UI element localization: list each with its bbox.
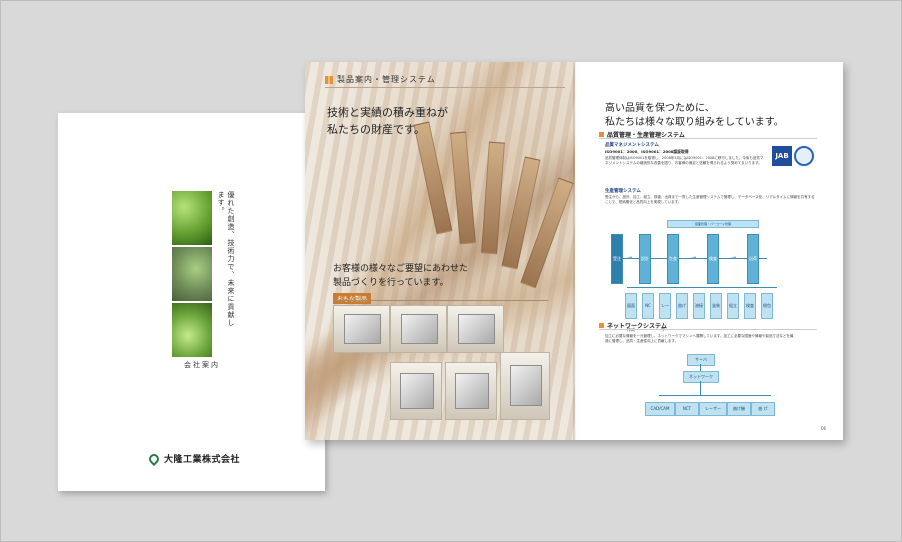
network-connector [700, 364, 701, 371]
product-image [400, 314, 439, 344]
main-headline: 技術と実績の積み重ねが 私たちの財産です。 [327, 104, 448, 138]
product-headline: お客様の様々なご要望にあわせた 製品づくりを行っています。 [333, 262, 468, 290]
headline-line: 技術と実績の積み重ねが [327, 106, 448, 119]
flow-substep: レーザー [659, 293, 671, 332]
product-photo [333, 305, 390, 353]
network-node: 曲 げ [751, 402, 775, 416]
cover-label: 会社案内 [184, 361, 220, 369]
product-photo [390, 305, 447, 353]
products-label: おもな製品 [333, 293, 372, 304]
product-image [509, 364, 543, 407]
product-image [400, 373, 434, 409]
subheading: 生産管理システム [605, 189, 641, 194]
right-title: 高い品質を保つために、 私たちは様々な取り組みをしています。 [605, 102, 784, 130]
divider [325, 87, 565, 88]
product-image [457, 314, 496, 344]
brochure-spread: 製品案内・管理システム 技術と実績の積み重ねが 私たちの財産です。 お客様の様々… [305, 62, 843, 440]
product-image [455, 373, 489, 409]
network-node: CAD/CAM [645, 402, 675, 416]
flow-substep: 組立 [727, 293, 739, 319]
flow-step: 検査 [707, 234, 719, 284]
cover-photo-strip [172, 191, 212, 357]
network-connector [700, 381, 701, 395]
section-bullet-icon [599, 323, 604, 328]
arrow-right-icon: → [627, 254, 633, 261]
network-connector [659, 395, 771, 396]
forest-photo [172, 247, 212, 301]
flow-step: 生産 [667, 234, 679, 284]
title-line: 高い品質を保つために、 [605, 103, 715, 114]
spread-fold [573, 62, 577, 440]
divider [599, 138, 817, 139]
product-photo [447, 305, 504, 353]
divider [333, 300, 548, 301]
leaf-logo-icon [148, 453, 160, 465]
flow-substep: NC [642, 293, 654, 319]
flow-substep: 溶接 [693, 293, 705, 319]
cover-tagline: 優れた創造、技術力で、未来に貢献します。 [217, 191, 235, 327]
forest-photo [172, 303, 212, 357]
body-text: 加工に必要な情報を一元管理し、ネットワークでマシンへ展開しています。加工に必要な… [605, 334, 794, 343]
subheading: 品質マネジメントシステム [605, 143, 659, 148]
forest-photo [172, 191, 212, 245]
product-photo [390, 362, 442, 420]
flow-substep: 塗装 [710, 293, 722, 319]
headline-line: 製品づくりを行っています。 [333, 278, 449, 288]
section-header-text: 製品案内・管理システム [337, 75, 436, 84]
flow-substep: 梱包 [761, 293, 773, 319]
subheading: ISO9001：2000、ISO9001：2008認証取得 [605, 149, 689, 154]
product-photo [500, 352, 550, 420]
brochure-cover: 優れた創造、技術力で、未来に貢献します。 会社案内 大隆工業株式会社 [58, 113, 325, 491]
headline-line: お客様の様々なご要望にあわせた [333, 264, 469, 274]
network-node: NCT [675, 402, 699, 416]
page-number: 06 [821, 426, 827, 431]
company-logo: 大隆工業株式会社 [148, 452, 240, 465]
network-hub: ネットワーク [683, 371, 719, 383]
product-image [343, 314, 382, 344]
title-line: 私たちは様々な取り組みをしています。 [605, 117, 784, 128]
body-text: 品質管理体制はISO9001を取得し、2008年5月にはISO9001：2008… [605, 156, 764, 165]
divider [599, 329, 817, 330]
flow-step: 出荷 [747, 234, 759, 284]
arrow-right-icon: → [691, 254, 697, 261]
headline-line: 私たちの財産です。 [327, 123, 425, 136]
section-bullet-icon [599, 132, 604, 137]
section-header: 製品案内・管理システム [325, 74, 436, 85]
network-node: レーザー [699, 402, 727, 416]
network-node: 曲げ機 [727, 402, 751, 416]
flow-substep: 図面作成 [625, 293, 637, 332]
flow-step: 設計 [639, 234, 651, 284]
product-photo [445, 362, 497, 420]
left-page: 製品案内・管理システム 技術と実績の積み重ねが 私たちの財産です。 お客様の様々… [305, 62, 575, 440]
network-server: サーバ [687, 354, 715, 366]
products-tag: おもな製品 [333, 293, 372, 304]
flow-step: 受注 [611, 234, 623, 284]
flow-substep: 曲げ [676, 293, 688, 319]
body-text: 受注から、設計、加工、組立、検査、出荷まで一貫した生産管理システムで管理し、デー… [605, 195, 815, 204]
company-name: 大隆工業株式会社 [164, 455, 241, 465]
arrow-right-icon: → [731, 254, 737, 261]
flow-connector [627, 287, 777, 288]
jqa-cert-icon [794, 146, 814, 166]
jab-cert-icon: JAB [772, 146, 792, 166]
right-page: 高い品質を保つために、 私たちは様々な取り組みをしています。 品質管理・生産管理… [575, 62, 843, 440]
flow-header: 図面管理・バーコード管理 [667, 220, 759, 228]
flow-substep: 検査 [744, 293, 756, 319]
section-bullet-icon [325, 75, 333, 84]
